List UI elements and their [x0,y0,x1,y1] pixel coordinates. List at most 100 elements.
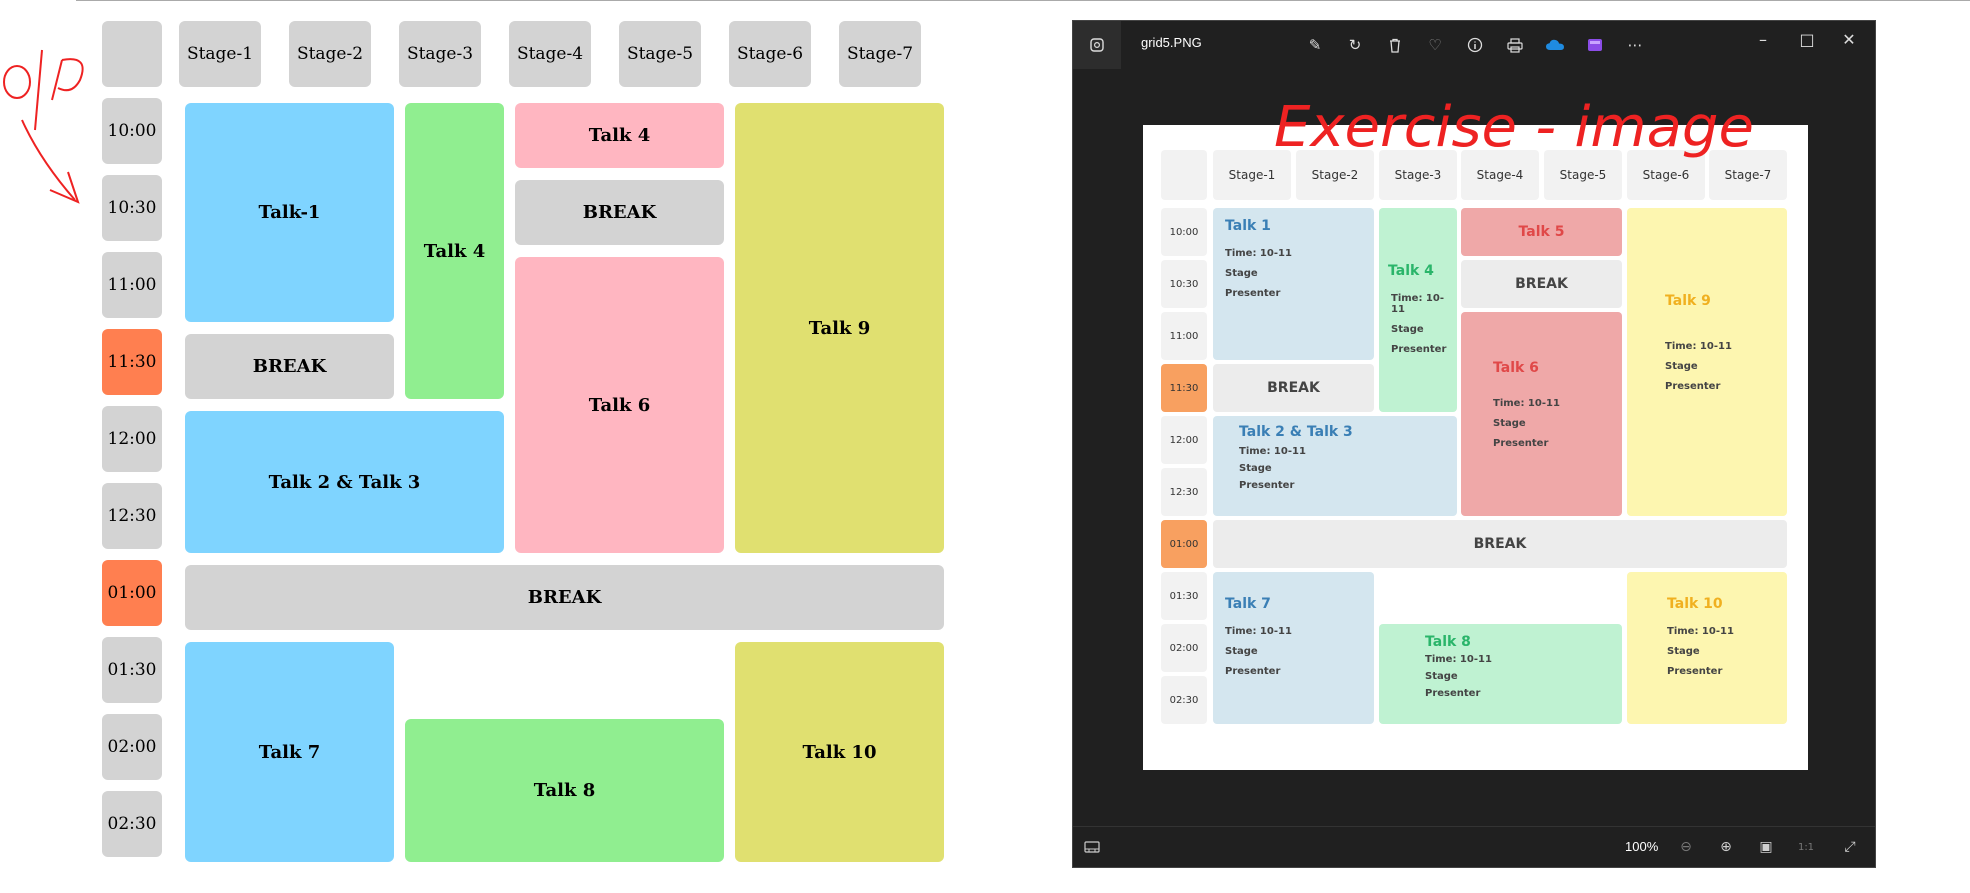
video-editor-icon[interactable] [1583,33,1607,57]
photos-app-icon[interactable] [1073,21,1121,69]
preview-talk-6-time: Time: 10-11 [1493,398,1560,409]
preview-time-1000: 10:00 [1161,208,1207,256]
zoom-out-icon[interactable]: ⊖ [1675,836,1697,858]
preview-talk-10-stage: Stage [1667,646,1700,657]
preview-talk-9-time: Time: 10-11 [1665,341,1732,352]
talk-10-block: Talk 10 [735,642,944,862]
stage-header-7: Stage-7 [839,21,921,87]
stage-header-3: Stage-3 [399,21,481,87]
preview-talk-2-3-presenter: Presenter [1239,480,1295,491]
time-slot-0230: 02:30 [102,791,162,857]
preview-talk-8-presenter: Presenter [1425,688,1481,699]
preview-talk-7-time: Time: 10-11 [1225,626,1292,637]
time-slot-1230: 12:30 [102,483,162,549]
preview-talk-2-3-title: Talk 2 & Talk 3 [1239,424,1353,440]
preview-talk-1-title: Talk 1 [1225,218,1271,234]
overlay-handwritten-text: Exercise - image [1274,95,1754,160]
break-block-full: BREAK [185,565,944,630]
time-slot-1030: 10:30 [102,175,162,241]
preview-time-0130: 01:30 [1161,572,1207,620]
preview-talk-8-time: Time: 10-11 [1425,654,1492,665]
preview-talk-9-card: Talk 9 Time: 10-11 Stage Presenter [1627,208,1787,516]
preview-talk-1-stage: Stage [1225,268,1258,279]
talk-7-block: Talk 7 [185,642,394,862]
actual-size-icon[interactable]: 1:1 [1795,836,1817,858]
stage-header-4: Stage-4 [509,21,591,87]
time-slot-1130: 11:30 [102,329,162,395]
preview-talk-2-3-card: Talk 2 & Talk 3 Time: 10-11 Stage Presen… [1213,416,1457,516]
preview-talk-7-stage: Stage [1225,646,1258,657]
viewer-filename: grid5.PNG [1141,35,1202,50]
preview-time-1030: 10:30 [1161,260,1207,308]
preview-time-1130: 11:30 [1161,364,1207,412]
edit-image-icon[interactable]: ✎ [1303,33,1327,57]
talk-4-block-stage4: Talk 4 [515,103,724,168]
print-icon[interactable] [1503,33,1527,57]
preview-corner-cell [1161,150,1207,200]
preview-talk-10-presenter: Presenter [1667,666,1723,677]
preview-talk-4-title: Talk 4 [1388,263,1434,279]
minimize-button[interactable]: – [1747,27,1779,51]
preview-talk-8-card: Talk 8 Time: 10-11 Stage Presenter [1379,624,1622,724]
zoom-in-icon[interactable]: ⊕ [1715,836,1737,858]
time-slot-0100: 01:00 [102,560,162,626]
time-slot-1200: 12:00 [102,406,162,472]
preview-talk-8-title: Talk 8 [1425,634,1471,650]
preview-talk-7-title: Talk 7 [1225,596,1271,612]
stage-header-5: Stage-5 [619,21,701,87]
preview-talk-4-time: Time: 10-11 [1391,293,1444,315]
preview-talk-7-presenter: Presenter [1225,666,1281,677]
handwritten-output-annotation [3,49,84,204]
fullscreen-icon[interactable]: ⤢ [1839,836,1861,858]
preview-talk-9-title: Talk 9 [1665,293,1711,309]
preview-talk-10-title: Talk 10 [1667,596,1723,612]
preview-talk-2-3-time: Time: 10-11 [1239,446,1306,457]
preview-talk-8-stage: Stage [1425,671,1458,682]
preview-break-stage1: BREAK [1213,364,1374,412]
preview-talk-1-time: Time: 10-11 [1225,248,1292,259]
more-options-icon[interactable]: ⋯ [1623,33,1647,57]
preview-talk-1-card: Talk 1 Time: 10-11 Stage Presenter [1213,208,1374,360]
preview-time-1200: 12:00 [1161,416,1207,464]
preview-talk-4-card: Talk 4 Time: 10-11 Stage Presenter [1379,208,1457,412]
preview-talk-9-stage: Stage [1665,361,1698,372]
info-icon[interactable] [1463,33,1487,57]
talk-2-3-block: Talk 2 & Talk 3 [185,411,504,553]
talk-9-block: Talk 9 [735,103,944,553]
preview-talk-5-card: Talk 5 [1461,208,1622,256]
close-button[interactable]: ✕ [1833,27,1865,51]
preview-break-full: BREAK [1213,520,1787,568]
talk-6-block: Talk 6 [515,257,724,553]
rotate-icon[interactable]: ↻ [1343,33,1367,57]
preview-time-1230: 12:30 [1161,468,1207,516]
maximize-button[interactable]: □ [1791,27,1823,51]
talk-8-block: Talk 8 [405,719,724,862]
stage-header-6: Stage-6 [729,21,811,87]
time-slot-0200: 02:00 [102,714,162,780]
fit-to-window-icon[interactable]: ▣ [1755,836,1777,858]
time-slot-1000: 10:00 [102,98,162,164]
top-divider-line [76,0,1970,1]
viewer-statusbar: 100% ⊖ ⊕ ▣ 1:1 ⤢ [1073,826,1875,867]
stage-header-2: Stage-2 [289,21,371,87]
preview-time-0230: 02:30 [1161,676,1207,724]
preview-time-0200: 02:00 [1161,624,1207,672]
preview-talk-10-time: Time: 10-11 [1667,626,1734,637]
delete-icon[interactable] [1383,33,1407,57]
break-block-stage1: BREAK [185,334,394,399]
filmstrip-icon[interactable] [1081,836,1103,858]
favorite-heart-icon[interactable]: ♡ [1423,33,1447,57]
preview-talk-7-card: Talk 7 Time: 10-11 Stage Presenter [1213,572,1374,724]
stage-header-1: Stage-1 [179,21,261,87]
corner-header-cell [102,21,162,87]
onedrive-cloud-icon[interactable] [1543,33,1567,57]
preview-talk-2-3-stage: Stage [1239,463,1272,474]
preview-talk-5-title: Talk 5 [1518,224,1565,240]
preview-time-0100: 01:00 [1161,520,1207,568]
preview-talk-6-card: Talk 6 Time: 10-11 Stage Presenter [1461,312,1622,516]
talk-1-block: Talk-1 [185,103,394,322]
preview-break-stage4: BREAK [1461,260,1622,308]
preview-talk-6-presenter: Presenter [1493,438,1549,449]
preview-talk-6-stage: Stage [1493,418,1526,429]
preview-talk-6-title: Talk 6 [1493,360,1539,376]
